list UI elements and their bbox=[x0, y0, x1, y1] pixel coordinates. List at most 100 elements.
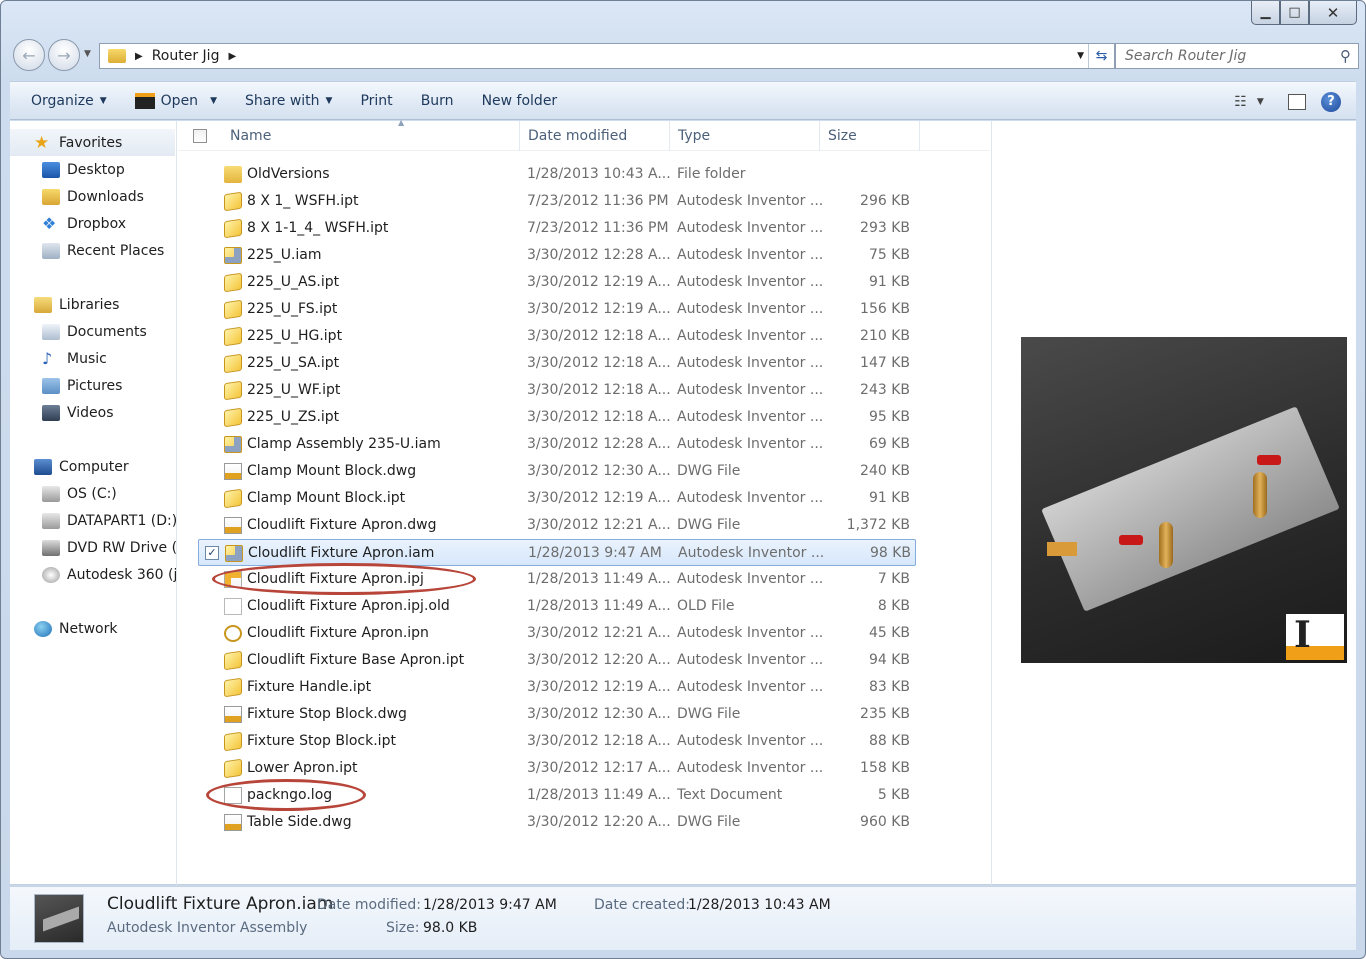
organize-label: Organize bbox=[31, 92, 94, 109]
nav-computer[interactable]: Computer bbox=[10, 453, 129, 480]
maximize-button[interactable]: □ bbox=[1280, 1, 1309, 25]
recent-pages-dropdown-icon[interactable]: ▼ bbox=[84, 49, 91, 59]
file-row[interactable]: 225_U_ZS.ipt 3/30/2012 12:18 A... Autodesk… bbox=[198, 404, 916, 431]
file-row[interactable]: Clamp Mount Block.ipt 3/30/2012 12:19 A..… bbox=[198, 485, 916, 512]
file-type: Autodesk Inventor ... bbox=[677, 760, 824, 776]
select-all-checkbox[interactable] bbox=[178, 121, 222, 151]
nav-music[interactable]: ♪ Music bbox=[10, 345, 107, 372]
nav-dvd-drive[interactable]: DVD RW Drive ( bbox=[10, 534, 176, 561]
computer-icon bbox=[34, 458, 52, 475]
minimize-button[interactable]: ▁ bbox=[1251, 1, 1280, 25]
preview-pane: I bbox=[991, 121, 1356, 885]
file-row[interactable]: OldVersions 1/28/2013 10:43 A... File fold… bbox=[198, 161, 916, 188]
row-checkbox[interactable]: ✓ bbox=[205, 546, 219, 560]
file-size: 8 KB bbox=[877, 598, 910, 614]
nav-libraries[interactable]: Libraries bbox=[10, 291, 119, 318]
search-icon[interactable]: ⚲ bbox=[1340, 47, 1351, 65]
nav-videos[interactable]: Videos bbox=[10, 399, 114, 426]
drive-icon bbox=[42, 485, 60, 502]
file-row[interactable]: 225_U_WF.ipt 3/30/2012 12:18 A... Autodesk… bbox=[198, 377, 916, 404]
breadcrumb-chevron-icon[interactable]: ▶ bbox=[228, 51, 236, 62]
share-with-label: Share with bbox=[244, 92, 320, 109]
file-row[interactable]: Cloudlift Fixture Base Apron.ipt 3/30/201… bbox=[198, 647, 916, 674]
desktop-icon bbox=[42, 161, 60, 178]
file-row[interactable]: Clamp Assembly 235-U.iam 3/30/2012 12:28 … bbox=[198, 431, 916, 458]
file-row[interactable]: Cloudlift Fixture Apron.dwg 3/30/2012 12:… bbox=[198, 512, 916, 539]
file-size: 1,372 KB bbox=[846, 517, 910, 533]
close-button[interactable]: ✕ bbox=[1309, 1, 1357, 25]
column-label: Type bbox=[678, 128, 711, 144]
help-button[interactable]: ? bbox=[1314, 82, 1348, 121]
refresh-icon[interactable]: ⇆ bbox=[1088, 44, 1114, 68]
content-area: ★ Favorites Desktop Downloads ❖ Dropbox Re… bbox=[10, 118, 1356, 885]
breadcrumb-router-jig[interactable]: Router Jig bbox=[152, 48, 220, 64]
file-row[interactable]: 8 X 1_ WSFH.ipt 7/23/2012 11:36 PM Autodes… bbox=[198, 188, 916, 215]
ipt-icon bbox=[224, 326, 242, 347]
file-row[interactable]: Fixture Stop Block.dwg 3/30/2012 12:30 A.… bbox=[198, 701, 916, 728]
column-header: Name ▲ Date modified Type Size bbox=[178, 118, 990, 151]
breadcrumb-chevron-icon[interactable]: ▶ bbox=[135, 51, 143, 62]
file-size: 158 KB bbox=[860, 760, 910, 776]
file-row[interactable]: 225_U_FS.ipt 3/30/2012 12:19 A... Autodesk… bbox=[198, 296, 916, 323]
nav-autodesk-360[interactable]: Autodesk 360 (jc bbox=[10, 561, 176, 588]
address-dropdown-icon[interactable]: ▼ bbox=[1077, 51, 1084, 61]
new-folder-button[interactable]: New folder bbox=[468, 81, 572, 120]
nav-documents[interactable]: Documents bbox=[10, 318, 147, 345]
file-name: 225_U_ZS.ipt bbox=[247, 409, 340, 425]
nav-dropbox[interactable]: ❖ Dropbox bbox=[10, 210, 126, 237]
file-row[interactable]: 8 X 1-1_4_ WSFH.ipt 7/23/2012 11:36 PM Aut… bbox=[198, 215, 916, 242]
column-date-modified[interactable]: Date modified bbox=[520, 121, 670, 151]
file-date-modified: 1/28/2013 11:49 A... bbox=[527, 787, 671, 803]
column-label: Name bbox=[230, 128, 272, 144]
address-row: ← → ▼ ▶ Router Jig ▶ ▼ ⇆ Search Router J… bbox=[11, 39, 1361, 73]
file-date-modified: 3/30/2012 12:18 A... bbox=[527, 409, 671, 425]
nav-label: Desktop bbox=[67, 161, 125, 178]
column-type[interactable]: Type bbox=[670, 121, 820, 151]
file-row[interactable]: 225_U_SA.ipt 3/30/2012 12:18 A... Autodesk… bbox=[198, 350, 916, 377]
back-button[interactable]: ← bbox=[13, 39, 45, 71]
nav-os-c[interactable]: OS (C:) bbox=[10, 480, 117, 507]
ipt-icon bbox=[224, 299, 242, 320]
nav-pictures[interactable]: Pictures bbox=[10, 372, 122, 399]
print-button[interactable]: Print bbox=[346, 81, 406, 120]
nav-network[interactable]: Network bbox=[10, 615, 117, 642]
organize-button[interactable]: Organize ▼ bbox=[10, 81, 121, 120]
file-size: 83 KB bbox=[868, 679, 910, 695]
nav-datapart1[interactable]: DATAPART1 (D:) bbox=[10, 507, 176, 534]
file-row[interactable]: ✓ Cloudlift Fixture Apron.iam 1/28/2013 9:… bbox=[198, 539, 916, 566]
forward-button[interactable]: → bbox=[48, 39, 80, 71]
file-row[interactable]: Cloudlift Fixture Apron.ipj.old 1/28/2013… bbox=[198, 593, 916, 620]
nav-desktop[interactable]: Desktop bbox=[10, 156, 125, 183]
file-row[interactable]: Table Side.dwg 3/30/2012 12:20 A... DWG Fi… bbox=[198, 809, 916, 836]
open-button[interactable]: Open ▼ bbox=[121, 81, 231, 120]
burn-button[interactable]: Burn bbox=[407, 81, 468, 120]
assembly-preview-image: I bbox=[1021, 337, 1347, 663]
details-file-type: Autodesk Inventor Assembly bbox=[107, 920, 308, 936]
share-with-button[interactable]: Share with ▼ bbox=[231, 81, 346, 120]
column-name[interactable]: Name ▲ bbox=[222, 118, 520, 151]
address-bar[interactable]: ▶ Router Jig ▶ ▼ ⇆ bbox=[99, 43, 1115, 69]
ipt-icon bbox=[224, 218, 242, 239]
dropdown-arrow-icon[interactable]: ▼ bbox=[210, 96, 217, 106]
file-row[interactable]: Clamp Mount Block.dwg 3/30/2012 12:30 A..… bbox=[198, 458, 916, 485]
preview-pane-button[interactable] bbox=[1280, 82, 1314, 121]
file-row[interactable]: 225_U.iam 3/30/2012 12:28 A... Autodesk In… bbox=[198, 242, 916, 269]
file-row[interactable]: 225_U_AS.ipt 3/30/2012 12:19 A... Autodesk… bbox=[198, 269, 916, 296]
file-thumbnail bbox=[34, 894, 84, 943]
nav-downloads[interactable]: Downloads bbox=[10, 183, 144, 210]
nav-recent-places[interactable]: Recent Places bbox=[10, 237, 164, 264]
column-size[interactable]: Size bbox=[820, 121, 920, 151]
file-row[interactable]: Cloudlift Fixture Apron.ipn 3/30/2012 12:… bbox=[198, 620, 916, 647]
file-name: 8 X 1-1_4_ WSFH.ipt bbox=[247, 220, 389, 236]
file-row[interactable]: Fixture Stop Block.ipt 3/30/2012 12:18 A.… bbox=[198, 728, 916, 755]
caption-buttons: ▁ □ ✕ bbox=[1251, 1, 1357, 26]
ipt-icon bbox=[224, 650, 242, 671]
file-size: 7 KB bbox=[877, 571, 910, 587]
nav-favorites[interactable]: ★ Favorites bbox=[10, 129, 175, 156]
search-input[interactable]: Search Router Jig ⚲ bbox=[1115, 43, 1359, 69]
file-row[interactable]: Lower Apron.ipt 3/30/2012 12:17 A... Autod… bbox=[198, 755, 916, 782]
file-name: Cloudlift Fixture Base Apron.ipt bbox=[247, 652, 465, 668]
file-row[interactable]: Fixture Handle.ipt 3/30/2012 12:19 A... Au… bbox=[198, 674, 916, 701]
change-view-button[interactable]: ☷ ▼ bbox=[1232, 82, 1266, 121]
file-row[interactable]: 225_U_HG.ipt 3/30/2012 12:18 A... Autodesk… bbox=[198, 323, 916, 350]
